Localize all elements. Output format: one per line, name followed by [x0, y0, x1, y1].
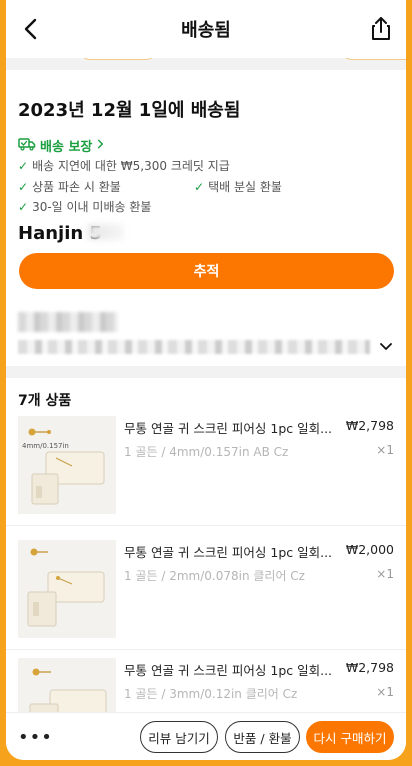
page-title: 배송됨 — [181, 20, 231, 41]
section-divider — [6, 58, 406, 70]
check-icon: ✓ — [18, 158, 29, 173]
thumbnail-size-label: 4mm/0.157in — [22, 442, 69, 450]
product-name[interactable]: 무통 연골 귀 스크린 피어싱 1pc 일회... — [124, 418, 338, 437]
product-variant: 1 골든 / 3mm/0.12in 클리어 Cz — [124, 687, 298, 701]
buy-again-button[interactable]: 다시 구매하기 — [306, 721, 394, 753]
product-price: ₩2,798 — [345, 418, 394, 433]
row-divider — [6, 525, 406, 526]
delivery-date-title: 2023년 12월 1일에 배송됨 — [18, 100, 241, 121]
product-quantity: ×1 — [376, 443, 394, 457]
redacted-address — [18, 340, 370, 354]
chevron-right-icon — [96, 138, 105, 154]
product-price: ₩2,000 — [345, 542, 394, 557]
track-button[interactable]: 추적 — [19, 253, 394, 289]
guarantee-item: ✓ 상품 파손 시 환불 — [18, 179, 121, 195]
product-row[interactable]: 무통 연골 귀 스크린 피어싱 1pc 일회... ₩2,000 1 골든 / … — [6, 540, 406, 650]
guarantee-item: ✓ 택배 분실 환불 — [194, 179, 282, 195]
truck-check-icon — [18, 137, 36, 155]
app-frame: 배송됨 2023년 12월 1일에 배송됨 배송 보장 ✓ 배송 지연에 대한 … — [6, 0, 406, 760]
check-icon: ✓ — [18, 199, 29, 214]
product-thumbnail[interactable]: 4mm/0.157in — [18, 416, 116, 514]
leave-review-button[interactable]: 리뷰 남기기 — [140, 721, 218, 753]
return-refund-button[interactable]: 반품 / 환불 — [225, 721, 300, 753]
check-icon: ✓ — [18, 179, 29, 194]
guarantee-label: 배송 보장 — [40, 140, 93, 155]
product-variant: 1 골든 / 4mm/0.157in AB Cz — [124, 445, 289, 459]
product-name[interactable]: 무통 연골 귀 스크린 피어싱 1pc 일회... — [124, 542, 338, 561]
section-divider — [6, 366, 406, 378]
more-options-icon[interactable]: ••• — [18, 727, 53, 748]
check-icon: ✓ — [194, 179, 205, 194]
product-thumbnail[interactable] — [18, 540, 116, 638]
product-quantity: ×1 — [376, 685, 394, 699]
product-price: ₩2,798 — [345, 660, 394, 675]
product-row[interactable]: 4mm/0.157in 무통 연골 귀 스크린 피어싱 1pc 일회... ₩2… — [6, 416, 406, 526]
row-divider — [6, 649, 406, 650]
delivery-guarantee-link[interactable]: 배송 보장 — [18, 136, 105, 155]
share-icon[interactable] — [366, 14, 396, 44]
redacted-recipient — [18, 312, 118, 332]
bottom-action-bar: ••• 리뷰 남기기 반품 / 환불 다시 구매하기 — [6, 712, 406, 760]
item-count: 7개 상품 — [18, 393, 72, 409]
guarantee-item: ✓ 배송 지연에 대한 ₩5,300 크레딧 지급 — [18, 158, 230, 174]
top-bar: 배송됨 — [6, 0, 406, 58]
product-name[interactable]: 무통 연골 귀 스크린 피어싱 1pc 일회... — [124, 660, 338, 679]
redacted-tracking — [88, 224, 124, 240]
guarantee-item: ✓ 30-일 이내 미배송 환불 — [18, 199, 152, 215]
product-variant: 1 골든 / 2mm/0.078in 클리어 Cz — [124, 569, 305, 583]
back-arrow-icon[interactable] — [16, 14, 46, 44]
product-quantity: ×1 — [376, 567, 394, 581]
chevron-down-icon[interactable] — [378, 338, 394, 354]
